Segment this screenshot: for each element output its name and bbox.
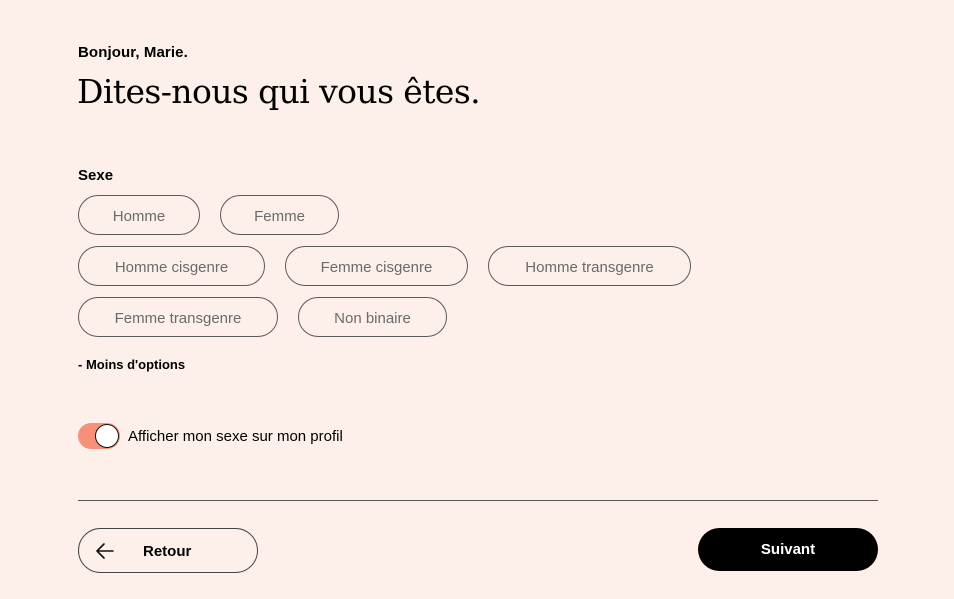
gender-section-label: Sexe [78, 167, 114, 184]
less-options-link[interactable]: - Moins d'options [78, 357, 185, 372]
back-button[interactable]: Retour [78, 528, 258, 573]
gender-option-femme-cisgenre[interactable]: Femme cisgenre [285, 246, 468, 286]
footer-divider [78, 500, 878, 501]
back-button-label: Retour [143, 543, 192, 560]
show-gender-toggle[interactable] [78, 423, 120, 449]
gender-option-homme[interactable]: Homme [78, 195, 200, 235]
next-button[interactable]: Suivant [698, 528, 878, 571]
gender-option-homme-cisgenre[interactable]: Homme cisgenre [78, 246, 265, 286]
gender-option-homme-transgenre[interactable]: Homme transgenre [488, 246, 691, 286]
greeting-text: Bonjour, Marie. [78, 44, 188, 61]
toggle-knob [95, 424, 119, 448]
show-gender-toggle-label: Afficher mon sexe sur mon profil [128, 428, 343, 445]
gender-option-femme[interactable]: Femme [220, 195, 339, 235]
page-title: Dites-nous qui vous êtes. [77, 72, 481, 111]
gender-option-femme-transgenre[interactable]: Femme transgenre [78, 297, 278, 337]
gender-option-non-binaire[interactable]: Non binaire [298, 297, 447, 337]
gender-onboarding-page: Bonjour, Marie. Dites-nous qui vous êtes… [0, 0, 954, 599]
arrow-left-icon [95, 541, 115, 561]
